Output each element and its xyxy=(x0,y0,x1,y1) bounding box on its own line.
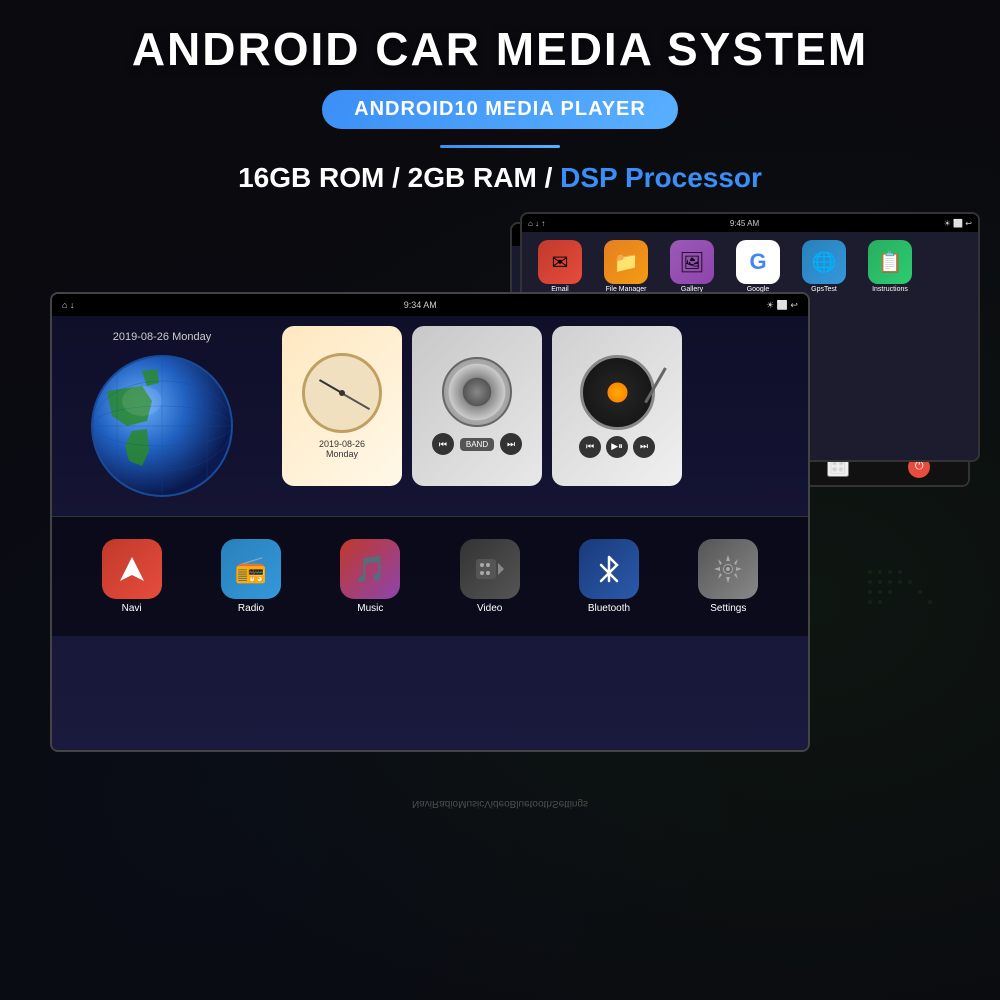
globe-date: 2019-08-26 Monday xyxy=(113,331,211,343)
subtitle-badge: ANDROID10 MEDIA PLAYER xyxy=(322,90,678,129)
dock-navi[interactable]: Navi xyxy=(102,539,162,614)
dock-settings[interactable]: Settings xyxy=(698,539,758,614)
dots-decoration xyxy=(860,562,940,647)
video-label: Video xyxy=(477,603,502,614)
record-prev-btn[interactable]: ⏮ xyxy=(579,436,601,458)
slash1: / xyxy=(392,162,408,193)
music-band-btn[interactable]: BAND xyxy=(460,438,494,451)
clock-center xyxy=(339,390,345,396)
music-next-btn[interactable]: ⏭ xyxy=(500,433,522,455)
dock-music[interactable]: 🎵 Music xyxy=(340,539,400,614)
music-widget: ⏮ BAND ⏭ xyxy=(412,326,542,486)
bottom-reflection: Navi Radio Music Video Bluetooth Setting… xyxy=(332,774,668,834)
record-next-btn[interactable]: ⏭ xyxy=(633,436,655,458)
rom-spec: 16GB ROM xyxy=(238,162,384,193)
refl-settings: Settings xyxy=(552,799,588,810)
main-title: ANDROID CAR MEDIA SYSTEM xyxy=(132,22,868,76)
music-prev-btn[interactable]: ⏮ xyxy=(432,433,454,455)
clock-face xyxy=(302,353,382,433)
apps-right-icons: ☀ ⬜ ↩ xyxy=(944,219,972,228)
navi-icon xyxy=(102,539,162,599)
bluetooth-icon xyxy=(579,539,639,599)
record-play-btn[interactable]: ▶⏸ xyxy=(606,436,628,458)
email-icon: ✉ xyxy=(538,240,582,284)
google-icon: G xyxy=(736,240,780,284)
radio-label: Radio xyxy=(238,603,264,614)
music-controls: ⏮ BAND ⏭ xyxy=(432,433,522,455)
specs-line: 16GB ROM / 2GB RAM / DSP Processor xyxy=(238,162,762,194)
bluetooth-label: Bluetooth xyxy=(588,603,630,614)
apps-time: 9:45 AM xyxy=(730,219,759,228)
record-widget: ⏮ ▶⏸ ⏭ xyxy=(552,326,682,486)
app-instructions[interactable]: 📋 Instructions xyxy=(860,240,920,343)
apps-status-bar: ⌂ ↓ ↑ 9:45 AM ☀ ⬜ ↩ xyxy=(522,214,978,232)
app-dock: Navi 📻 Radio 🎵 Music xyxy=(52,516,808,636)
dock-video[interactable]: Video xyxy=(460,539,520,614)
music-icon: 🎵 xyxy=(340,539,400,599)
settings-label: Settings xyxy=(710,603,746,614)
dock-radio[interactable]: 📻 Radio xyxy=(221,539,281,614)
refl-navi: Navi xyxy=(412,799,432,810)
gpstest-icon: 🌐 xyxy=(802,240,846,284)
record-controls: ⏮ ▶⏸ ⏭ xyxy=(579,436,655,458)
clock-widget: 2019-08-26Monday xyxy=(282,326,402,486)
home-status-bar: ⌂ ↓ 9:34 AM ☀ ⬜ ↩ xyxy=(52,294,808,316)
globe-area: 2019-08-26 Monday xyxy=(52,316,272,516)
clock-minute-hand xyxy=(342,392,370,409)
instructions-icon: 📋 xyxy=(868,240,912,284)
record-arm xyxy=(644,367,667,403)
gallery-icon: 🖼 xyxy=(670,240,714,284)
ram-spec: 2GB RAM xyxy=(408,162,537,193)
home-time: 9:34 AM xyxy=(404,300,437,310)
home-left-icons: ⌂ ↓ xyxy=(62,300,74,310)
refl-music: Music xyxy=(458,799,484,810)
slash2: / xyxy=(545,162,561,193)
screens-container: ⌂ ↓ ↑ 9:45 AM ☀ ⬜ ↩ ✉ Email 📁 File Manag… xyxy=(20,212,980,772)
apps-left-icons: ⌂ ↓ ↑ xyxy=(528,219,545,228)
music-label: Music xyxy=(357,603,383,614)
page-content: ANDROID CAR MEDIA SYSTEM ANDROID10 MEDIA… xyxy=(0,0,1000,1000)
dsp-spec: DSP Processor xyxy=(560,162,762,193)
home-content: 2019-08-26 Monday xyxy=(52,316,808,750)
globe-svg xyxy=(87,351,237,501)
screen-home: ⌂ ↓ 9:34 AM ☀ ⬜ ↩ 2019-08-26 Monday xyxy=(50,292,810,752)
radio-icon: 📻 xyxy=(221,539,281,599)
dock-bluetooth[interactable]: Bluetooth xyxy=(579,539,639,614)
video-icon xyxy=(460,539,520,599)
subtitle-text: ANDROID10 MEDIA PLAYER xyxy=(354,98,646,120)
widgets-area: 2019-08-26Monday ⏮ BAND ⏭ xyxy=(272,316,808,516)
filemanager-icon: 📁 xyxy=(604,240,648,284)
refl-video: Video xyxy=(484,799,509,810)
navi-label: Navi xyxy=(122,603,142,614)
gpstest-label: GpsTest xyxy=(811,286,837,293)
refl-bluetooth: Bluetooth xyxy=(510,799,552,810)
refl-radio: Radio xyxy=(432,799,458,810)
record-disc xyxy=(580,355,655,430)
music-disc xyxy=(442,357,512,427)
home-right-icons: ☀ ⬜ ↩ xyxy=(766,300,798,311)
clock-date: 2019-08-26Monday xyxy=(319,439,365,459)
divider xyxy=(440,145,560,148)
settings-icon xyxy=(698,539,758,599)
home-top-area: 2019-08-26 Monday xyxy=(52,316,808,516)
instructions-label: Instructions xyxy=(872,286,908,293)
